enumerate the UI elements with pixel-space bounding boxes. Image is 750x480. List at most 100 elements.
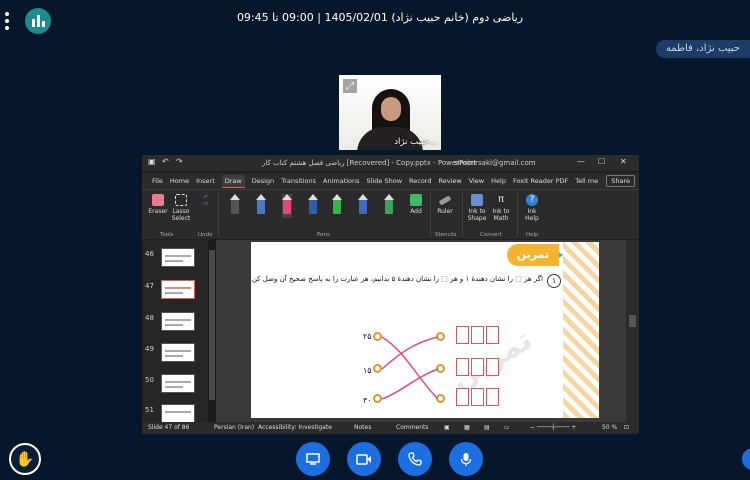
- ppt-window-title: رياضی فصل هشتم کتاب کار [Recovered] - Co…: [262, 159, 477, 167]
- zoom-level[interactable]: 50 %: [602, 424, 617, 431]
- thumbnail-scrollbar[interactable]: [208, 240, 216, 422]
- ink-to-math-label: Ink to Math: [492, 208, 510, 222]
- tell-me[interactable]: Tell me: [575, 177, 598, 185]
- add-pen-label: Add: [410, 208, 422, 215]
- ink-help-label: Ink Help: [525, 208, 539, 222]
- eraser-label: Eraser: [148, 208, 168, 215]
- phone-button[interactable]: [398, 442, 432, 476]
- separator: [517, 193, 518, 237]
- lasso-label: Lasso Select: [171, 208, 191, 222]
- camera-button[interactable]: [347, 442, 381, 476]
- slide-count: Slide 47 of 86: [148, 424, 190, 431]
- accessibility[interactable]: Accessibility: Investigate: [258, 424, 332, 431]
- menu-help[interactable]: Help: [491, 177, 506, 185]
- thumb-number: 51: [145, 406, 154, 414]
- comments-button[interactable]: Comments: [396, 424, 429, 431]
- pen-blue[interactable]: [256, 194, 266, 218]
- menu-animations[interactable]: Animations: [323, 177, 360, 185]
- slide-thumbnail[interactable]: [161, 248, 195, 267]
- slide-sorter-icon[interactable]: ▦: [464, 424, 470, 431]
- ink-to-shape-icon: [471, 194, 483, 206]
- eraser-button[interactable]: Eraser: [148, 194, 168, 215]
- meeting-title: ریاضی دوم (خانم حبیب نژاد) 1405/02/01 | …: [236, 11, 524, 24]
- presenter-tag[interactable]: حبیب نژاد، فاطمه: [655, 40, 750, 58]
- menu-transitions[interactable]: Transitions: [281, 177, 316, 185]
- slide-thumbnail-panel[interactable]: 46 47 48 49 50 51: [142, 240, 208, 423]
- undo-icon[interactable]: ↶: [162, 157, 169, 166]
- maximize-icon[interactable]: ☐: [598, 157, 605, 166]
- slide-thumbnail-selected[interactable]: [161, 280, 195, 299]
- slide-thumbnail[interactable]: [161, 312, 195, 331]
- menu-file[interactable]: File: [152, 177, 163, 185]
- redo-icon[interactable]: ↷: [176, 157, 183, 166]
- stats-icon[interactable]: [25, 8, 51, 34]
- menu-design[interactable]: Design: [252, 177, 274, 185]
- menu-slide-show[interactable]: Slide Show: [367, 177, 402, 185]
- webcam-tile[interactable]: ⤢ حبیب نژاد...: [339, 75, 441, 150]
- normal-view-icon[interactable]: ▣: [444, 424, 450, 431]
- group-help: Help: [526, 232, 539, 238]
- pen-blue-2[interactable]: [358, 194, 368, 218]
- separator: [430, 193, 431, 237]
- webcam-name: حبیب نژاد...: [394, 137, 437, 147]
- menu-insert[interactable]: Insert: [196, 177, 215, 185]
- reading-view-icon[interactable]: ▤: [484, 424, 490, 431]
- add-pen-button[interactable]: Add: [408, 194, 424, 215]
- menu-dots-icon[interactable]: [4, 12, 10, 30]
- unit-box: [456, 388, 469, 406]
- menu-view[interactable]: View: [469, 177, 484, 185]
- lasso-icon: [175, 194, 187, 206]
- raise-hand-icon[interactable]: ✋: [9, 443, 41, 475]
- draw-ribbon: Eraser Lasso Select Tools ↶ ↷ Undo Add Pe…: [142, 189, 639, 239]
- slide-scrollbar[interactable]: [626, 240, 639, 422]
- group-pens: Pens: [317, 232, 330, 238]
- ruler-icon: [438, 195, 452, 206]
- language[interactable]: Persian (Iran): [214, 424, 254, 431]
- status-bar: Slide 47 of 86 Persian (Iran) Accessibil…: [142, 422, 639, 434]
- powerpoint-window: ▣ ↶ ↷ رياضی فصل هشتم کتاب کار [Recovered…: [142, 155, 639, 434]
- thumb-number: 50: [145, 376, 154, 384]
- ruler-label: Ruler: [437, 208, 453, 215]
- ribbon-undo-icon[interactable]: ↶ ↷: [200, 194, 212, 208]
- thumb-number: 49: [145, 345, 154, 353]
- fullscreen-icon[interactable]: ⤢: [343, 79, 357, 93]
- pen-dark-blue[interactable]: [308, 194, 318, 218]
- side-action-button[interactable]: [742, 448, 750, 470]
- ruler-button[interactable]: Ruler: [436, 194, 454, 215]
- pen-black[interactable]: [230, 194, 240, 218]
- screen-share-button[interactable]: [296, 442, 330, 476]
- unit-box: [486, 388, 499, 406]
- pen-pink-selected[interactable]: [282, 194, 292, 218]
- zoom-slider[interactable]: − ────┼──── +: [530, 424, 576, 431]
- save-icon[interactable]: ▣: [148, 157, 156, 166]
- ink-to-math-button[interactable]: π Ink to Math: [490, 194, 512, 222]
- highlighter-green[interactable]: [332, 194, 342, 218]
- lasso-button[interactable]: Lasso Select: [170, 194, 192, 222]
- slide-thumbnail[interactable]: [161, 374, 195, 393]
- help-icon: ?: [526, 194, 538, 206]
- pen-green[interactable]: [384, 194, 394, 218]
- menu-home[interactable]: Home: [170, 177, 189, 185]
- slide-thumbnail[interactable]: [161, 343, 195, 362]
- slideshow-icon[interactable]: ▭: [504, 424, 510, 431]
- ink-to-shape-button[interactable]: Ink to Shape: [466, 194, 488, 222]
- unit-box: [471, 326, 484, 344]
- slide[interactable]: تمرین ۱ اگر هر ⬚ را نشان دهندهٔ ۱ و هر ⬚…: [251, 242, 599, 418]
- menu-record[interactable]: Record: [409, 177, 431, 185]
- minimize-icon[interactable]: —: [577, 157, 585, 166]
- ink-help-button[interactable]: ? Ink Help: [521, 194, 543, 222]
- menu-foxit[interactable]: Foxit Reader PDF: [513, 177, 568, 185]
- close-icon[interactable]: ✕: [620, 157, 627, 166]
- fit-slide-icon[interactable]: ⊡: [624, 424, 629, 431]
- share-button[interactable]: Share: [606, 175, 635, 187]
- notes-button[interactable]: Notes: [354, 424, 371, 431]
- slide-thumbnail[interactable]: [161, 404, 195, 423]
- menu-draw[interactable]: Draw: [221, 174, 245, 188]
- microphone-button[interactable]: [449, 442, 483, 476]
- thumb-number: 46: [145, 250, 154, 258]
- menu-review[interactable]: Review: [438, 177, 461, 185]
- unit-box: [486, 358, 499, 376]
- screen-share-icon: [306, 453, 320, 465]
- unit-box: [471, 358, 484, 376]
- microphone-icon: [460, 452, 472, 466]
